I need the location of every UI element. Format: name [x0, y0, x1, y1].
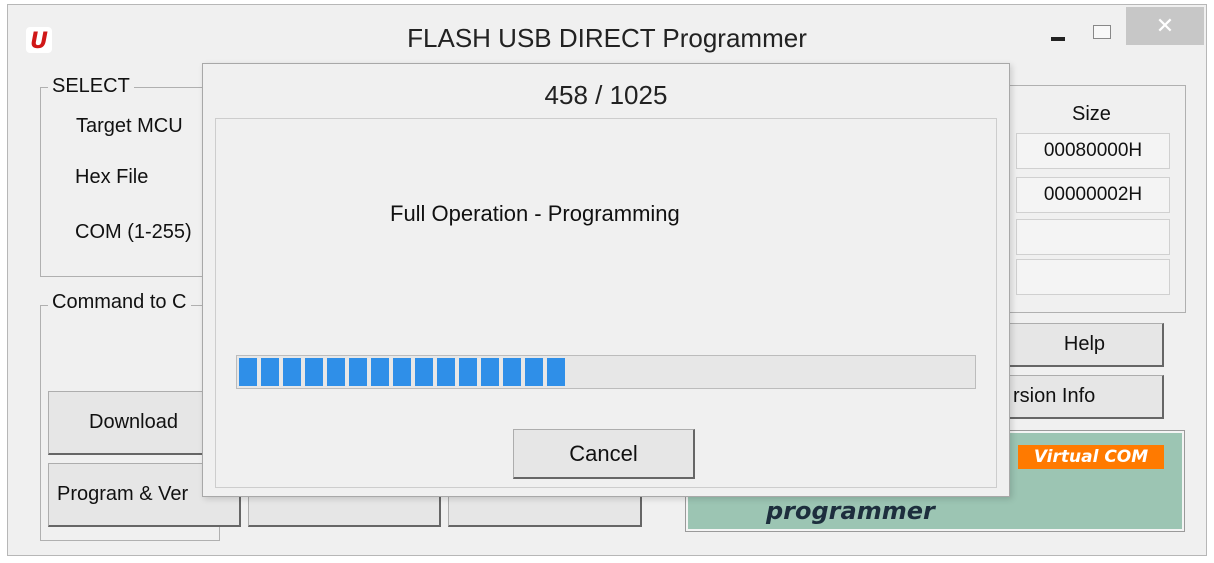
help-button[interactable]: Help — [1006, 323, 1164, 367]
progress-segment — [327, 358, 345, 386]
target-mcu-label: Target MCU — [76, 115, 183, 137]
virtual-com-tag: Virtual COM — [1018, 445, 1164, 469]
size-cell: 00000002H — [1016, 177, 1170, 213]
progress-segment — [437, 358, 455, 386]
progress-segment — [349, 358, 367, 386]
close-button[interactable]: ✕ — [1126, 7, 1204, 45]
size-cell — [1016, 259, 1170, 295]
progress-segment — [481, 358, 499, 386]
operation-status: Full Operation - Programming — [390, 201, 680, 226]
com-port-label: COM (1-255) — [75, 221, 192, 243]
command-group-label: Command to C — [48, 291, 191, 314]
progress-segment — [239, 358, 257, 386]
progress-segment — [371, 358, 389, 386]
window-title: FLASH USB DIRECT Programmer — [407, 23, 807, 53]
close-icon: ✕ — [1155, 13, 1175, 38]
version-info-button[interactable]: rsion Info — [1006, 375, 1164, 419]
progress-segment — [393, 358, 411, 386]
progress-segment — [305, 358, 323, 386]
size-header: Size — [1072, 103, 1111, 125]
progress-segment — [547, 358, 565, 386]
size-cell — [1016, 219, 1170, 255]
progress-segment — [261, 358, 279, 386]
cancel-button[interactable]: Cancel — [513, 429, 695, 479]
maximize-button[interactable] — [1090, 7, 1130, 47]
select-group-label: SELECT — [48, 75, 134, 98]
progress-segment — [415, 358, 433, 386]
size-cell: 00080000H — [1016, 133, 1170, 169]
progress-segment — [283, 358, 301, 386]
progress-counter: 458 / 1025 — [544, 80, 668, 110]
title-bar[interactable]: U FLASH USB DIRECT Programmer ✕ — [8, 5, 1206, 63]
download-button[interactable]: Download — [48, 391, 220, 455]
progress-bar — [236, 355, 976, 389]
banner-text: programmer — [766, 497, 935, 525]
minimize-button[interactable] — [1043, 7, 1083, 47]
progress-segment — [525, 358, 543, 386]
progress-fill — [239, 358, 567, 386]
dialog-body: Full Operation - Programming Cancel — [215, 118, 997, 488]
progress-dialog: 458 / 1025 Full Operation - Programming … — [202, 63, 1010, 497]
hex-file-label: Hex File — [75, 166, 149, 188]
progress-segment — [459, 358, 477, 386]
progress-segment — [503, 358, 521, 386]
